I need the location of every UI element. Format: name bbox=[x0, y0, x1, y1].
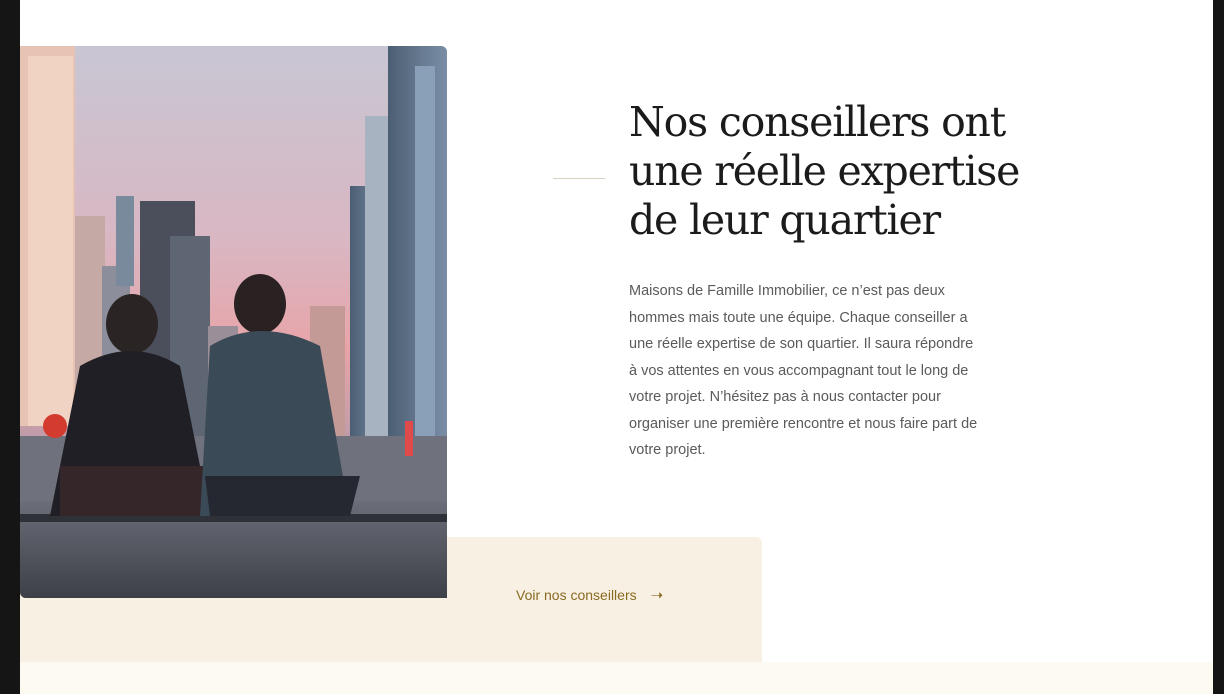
section-description: Maisons de Famille Immobilier, ce n’est … bbox=[629, 278, 999, 464]
page: Voir nos conseillers ➝ Nos conseillers o… bbox=[20, 0, 1213, 694]
advisors-photo bbox=[20, 46, 447, 598]
city-skyline-image bbox=[20, 46, 447, 598]
view-advisors-link[interactable]: Voir nos conseillers ➝ bbox=[516, 584, 663, 606]
section-title: Nos conseillers ont une réelle expertise… bbox=[629, 98, 1049, 245]
description-line: organiser une première rencontre et nous… bbox=[629, 415, 978, 432]
decorative-divider bbox=[553, 178, 605, 179]
next-section-band bbox=[20, 662, 1213, 694]
section-title-line: une réelle expertise bbox=[629, 147, 1020, 195]
arrow-right-icon: ➝ bbox=[650, 586, 664, 604]
description-line: votre projet. N’hésitez pas à nous conta… bbox=[629, 389, 941, 405]
view-advisors-label: Voir nos conseillers bbox=[516, 587, 637, 603]
section-title-line: Nos conseillers ont bbox=[629, 98, 1006, 146]
section-title-line: de leur quartier bbox=[629, 196, 941, 244]
description-line: à vos attentes en vous accompagnant tout… bbox=[629, 362, 969, 379]
description-line: une réelle expertise de son quartier. Il… bbox=[629, 336, 974, 352]
description-line: hommes mais toute une équipe. Chaque con… bbox=[629, 309, 968, 326]
description-line: Maisons de Famille Immobilier, ce n’est … bbox=[629, 283, 945, 299]
description-line: votre projet. bbox=[629, 442, 706, 458]
